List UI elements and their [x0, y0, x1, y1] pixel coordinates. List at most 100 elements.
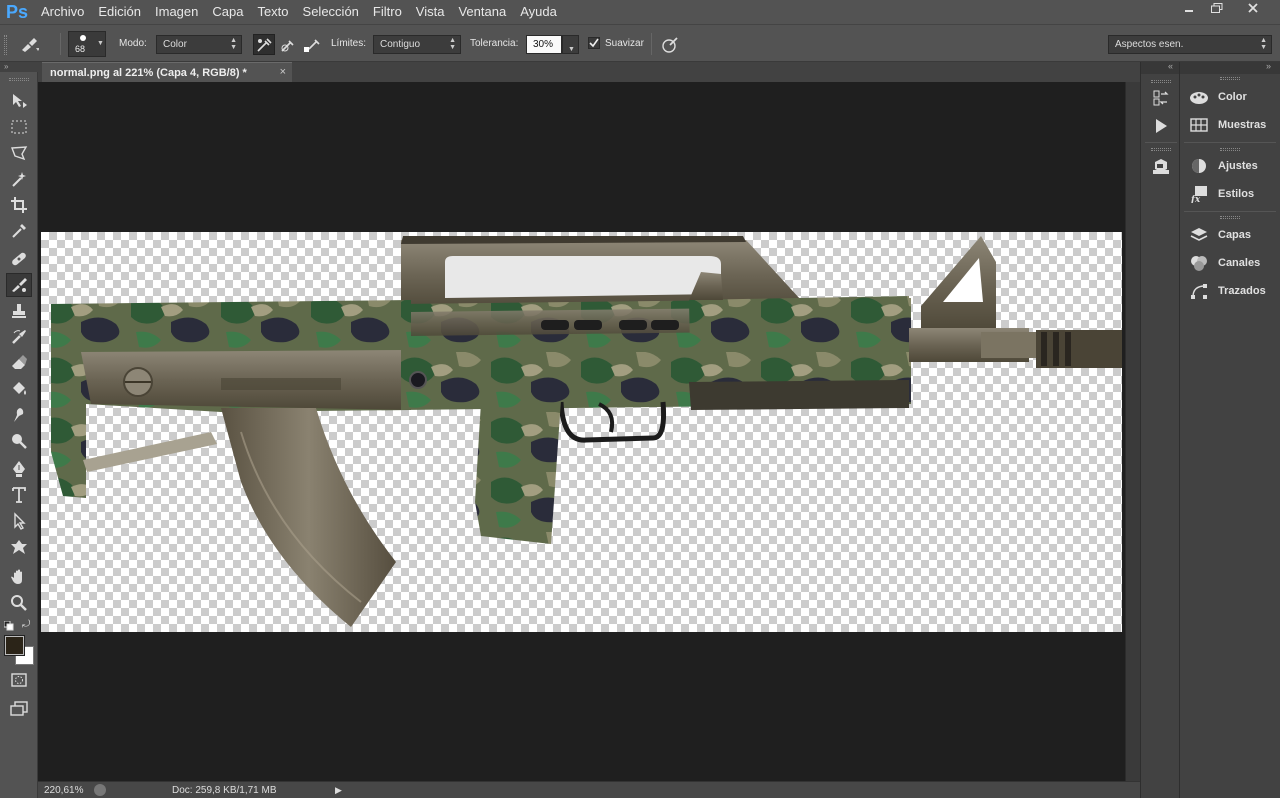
restore-icon — [1211, 3, 1223, 13]
lasso-tool[interactable] — [6, 141, 32, 165]
panel-adjustments[interactable]: Ajustes — [1188, 154, 1276, 178]
rectangular-marquee-icon — [11, 120, 27, 134]
type-t-icon — [12, 487, 26, 503]
menu-edicion[interactable]: Edición — [91, 0, 148, 24]
brush-size-picker[interactable]: 68 ▼ — [68, 31, 106, 57]
menu-capa[interactable]: Capa — [205, 0, 250, 24]
collapse-dock-icon[interactable]: « — [1168, 61, 1173, 71]
menu-archivo[interactable]: Archivo — [34, 0, 91, 24]
close-window-button[interactable] — [1238, 0, 1268, 16]
clone-stamp-tool[interactable] — [6, 299, 32, 323]
restore-button[interactable] — [1202, 0, 1232, 16]
zoom-button-icon[interactable] — [94, 784, 106, 796]
panel-paths-label: Trazados — [1218, 285, 1266, 297]
smooth-label: Suavizar — [605, 38, 644, 49]
panel-channels-label: Canales — [1218, 257, 1261, 269]
pen-nib-icon — [13, 461, 25, 477]
foreground-color-swatch[interactable] — [4, 635, 25, 656]
mode-select[interactable]: Color ▲ ▼ — [156, 35, 242, 54]
menu-seleccion[interactable]: Selección — [296, 0, 366, 24]
updown-arrows-icon: ▲ ▼ — [449, 37, 456, 51]
menu-vista[interactable]: Vista — [409, 0, 452, 24]
eyedropper-tool[interactable] — [6, 219, 32, 243]
smooth-checkbox[interactable] — [588, 37, 600, 49]
type-tool[interactable] — [6, 483, 32, 507]
history-panel-button[interactable] — [1151, 88, 1171, 108]
screen-mode-button[interactable] — [6, 696, 32, 720]
mini-dock-header: « — [1141, 61, 1179, 74]
move-tool[interactable] — [6, 89, 32, 113]
minimize-button[interactable] — [1174, 0, 1204, 16]
sampling-once-button[interactable] — [277, 34, 299, 55]
tolerance-dropdown[interactable]: ▼ — [562, 35, 579, 54]
tool-preset-picker[interactable] — [18, 34, 40, 55]
panel-paths[interactable]: Trazados — [1188, 279, 1276, 303]
smudge-tool[interactable] — [6, 403, 32, 427]
vertical-scrollbar[interactable] — [1125, 82, 1140, 781]
menu-ayuda[interactable]: Ayuda — [513, 0, 564, 24]
menu-filtro[interactable]: Filtro — [366, 0, 409, 24]
panel-color-label: Color — [1218, 91, 1247, 103]
options-bar: 68 ▼ Modo: Color ▲ ▼ Límites: Contiguo ▲ ▼… — [0, 24, 1280, 62]
actions-panel-button[interactable] — [1151, 116, 1171, 136]
magic-wand-icon — [12, 172, 26, 187]
zoom-tool[interactable] — [6, 591, 32, 615]
tolerance-input[interactable]: 30% — [526, 35, 562, 54]
workspace-value: Aspectos esen. — [1115, 39, 1184, 50]
eyedropper-swatch-icon — [304, 38, 320, 52]
smudge-finger-icon — [14, 408, 24, 422]
eyedropper-once-icon — [281, 39, 294, 52]
dock-grip — [1220, 216, 1240, 219]
hand-tool[interactable] — [6, 565, 32, 589]
dock-grip — [1220, 148, 1240, 151]
workspace-select[interactable]: Aspectos esen. ▲ ▼ — [1108, 35, 1272, 54]
default-colors-button[interactable] — [3, 620, 14, 634]
close-tab-icon[interactable]: × — [280, 66, 286, 78]
crop-tool[interactable] — [6, 193, 32, 217]
panel-styles[interactable]: fx Estilos — [1188, 182, 1276, 206]
menu-texto[interactable]: Texto — [250, 0, 295, 24]
limits-select[interactable]: Contiguo ▲ ▼ — [373, 35, 461, 54]
separator — [1184, 142, 1276, 143]
tablet-pressure-button[interactable] — [659, 34, 681, 55]
document-canvas[interactable] — [41, 232, 1122, 632]
minimize-icon — [1185, 10, 1193, 12]
healing-brush-tool[interactable] — [6, 247, 32, 271]
panel-swatches[interactable]: Muestras — [1188, 113, 1276, 137]
history-brush-tool[interactable] — [6, 325, 32, 349]
sampling-background-button[interactable] — [301, 34, 323, 55]
pen-tool[interactable] — [6, 457, 32, 481]
swap-colors-icon[interactable]: ⤾ — [22, 619, 30, 630]
color-replacement-tool[interactable] — [6, 273, 32, 297]
dodge-tool[interactable] — [6, 429, 32, 453]
sampling-continuous-button[interactable] — [253, 34, 275, 55]
custom-shape-tool[interactable] — [6, 535, 32, 559]
properties-panel-button[interactable] — [1151, 156, 1171, 176]
panel-channels[interactable]: Canales — [1188, 251, 1276, 275]
eraser-tool[interactable] — [6, 351, 32, 375]
tools-grip — [9, 78, 29, 81]
channels-icon — [1188, 254, 1210, 272]
document-tab-bar: normal.png al 221% (Capa 4, RGB/8) * × — [38, 62, 1140, 82]
menu-imagen[interactable]: Imagen — [148, 0, 205, 24]
quick-mask-button[interactable] — [6, 668, 32, 692]
brush-tip-icon — [80, 35, 86, 41]
zoom-level[interactable]: 220,61% — [44, 785, 83, 796]
magic-wand-tool[interactable] — [6, 167, 32, 191]
menu-ventana[interactable]: Ventana — [451, 0, 513, 24]
adjustments-circle-icon — [1188, 157, 1210, 175]
eyedropper-icon — [12, 224, 26, 238]
marquee-tool[interactable] — [6, 115, 32, 139]
collapse-dock-icon[interactable]: » — [1266, 61, 1271, 71]
path-selection-tool[interactable] — [6, 509, 32, 533]
color-replacement-brush-icon — [12, 278, 27, 292]
paint-bucket-tool[interactable] — [6, 377, 32, 401]
panel-layers[interactable]: Capas — [1188, 223, 1276, 247]
panel-adjustments-label: Ajustes — [1218, 160, 1258, 172]
dock-grip — [1151, 148, 1171, 151]
panel-color[interactable]: Color — [1188, 85, 1276, 109]
status-menu-arrow-icon[interactable]: ▶ — [335, 785, 342, 796]
document-tab[interactable]: normal.png al 221% (Capa 4, RGB/8) * × — [42, 62, 292, 82]
canvas-workspace[interactable] — [38, 82, 1125, 781]
collapse-tools-icon[interactable]: » — [0, 62, 38, 72]
